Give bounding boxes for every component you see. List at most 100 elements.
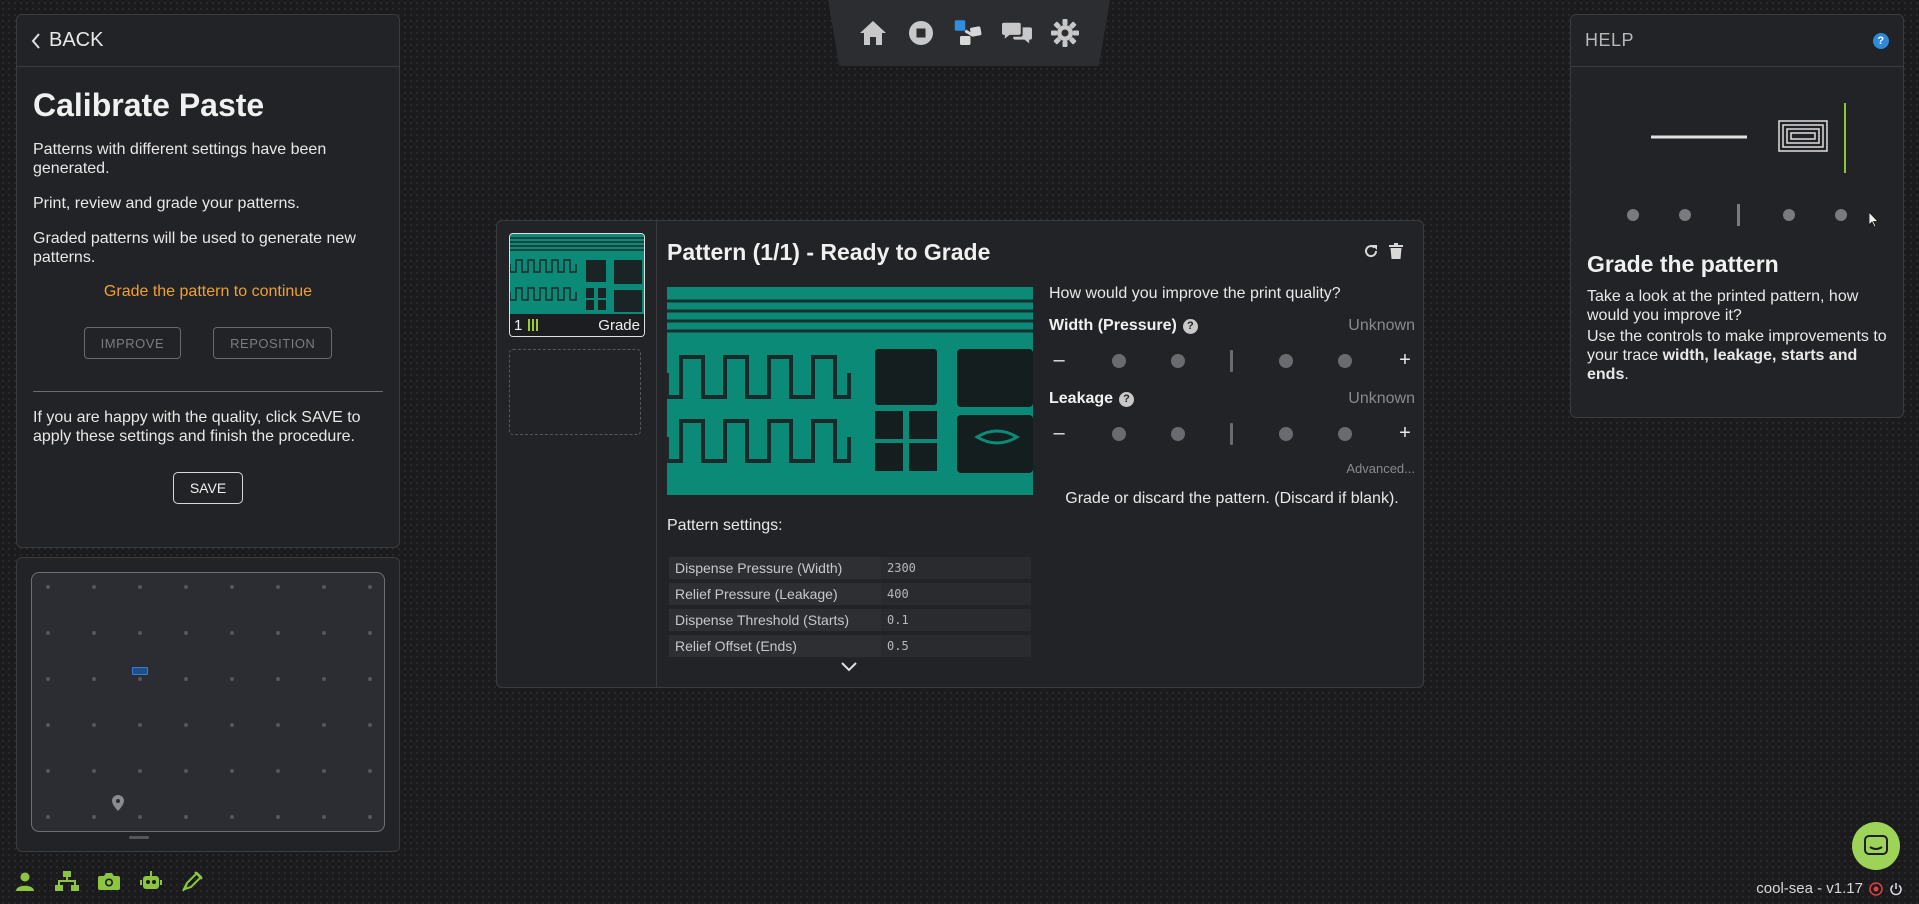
width-slider[interactable]: – + xyxy=(1049,349,1415,372)
setting-value: 400 xyxy=(881,583,1031,605)
thumbnail-index: 1 xyxy=(514,316,523,334)
slider-step[interactable] xyxy=(1171,426,1186,441)
slider-center-mark[interactable] xyxy=(1230,422,1234,445)
improve-button[interactable]: IMPROVE xyxy=(83,327,182,359)
grade-warning: Grade the pattern to continue xyxy=(103,283,313,300)
support-chat-button[interactable] xyxy=(1852,822,1900,870)
map-grid-dot xyxy=(322,585,326,589)
intro-text-1: Patterns with different settings have be… xyxy=(33,141,327,177)
top-navigation xyxy=(828,0,1110,66)
help-icon[interactable]: ? xyxy=(1119,391,1135,407)
network-icon[interactable] xyxy=(54,868,80,894)
map-grid-dot xyxy=(368,585,372,589)
slider-step[interactable] xyxy=(1112,353,1127,368)
minus-icon[interactable]: – xyxy=(1051,349,1067,372)
map-grid-dot xyxy=(46,723,50,727)
back-button[interactable]: BACK xyxy=(17,15,399,67)
page-title: Calibrate Paste xyxy=(33,87,265,123)
home-icon[interactable] xyxy=(858,18,888,48)
help-header: HELP xyxy=(1585,30,1635,50)
record-icon[interactable] xyxy=(1869,881,1883,896)
map-grid-dot xyxy=(46,631,50,635)
map-grid-dot xyxy=(276,815,280,819)
save-hint: If you are happy with the quality, click… xyxy=(33,409,361,445)
map-grid-dot xyxy=(230,769,234,773)
bed-map[interactable] xyxy=(31,572,385,832)
stop-icon[interactable] xyxy=(906,18,936,48)
chat-icon[interactable] xyxy=(1002,18,1032,48)
map-grid-dot xyxy=(46,585,50,589)
chevron-left-icon xyxy=(31,32,40,49)
version-status: cool-sea - v1.17 xyxy=(1756,880,1903,897)
settings-label: Pattern settings: xyxy=(667,517,783,534)
map-grid-dot xyxy=(368,769,372,773)
table-row: Dispense Threshold (Starts) 0.1 xyxy=(669,609,1031,631)
map-resize-handle[interactable] xyxy=(129,836,149,839)
setting-value: 2300 xyxy=(881,557,1031,579)
map-grid-dot xyxy=(322,769,326,773)
trash-icon[interactable] xyxy=(1389,243,1403,264)
setting-value: 0.1 xyxy=(881,609,1031,631)
help-icon[interactable]: ? xyxy=(1182,318,1198,334)
reposition-button[interactable]: REPOSITION xyxy=(213,327,333,359)
leakage-slider[interactable]: – + xyxy=(1049,422,1415,445)
robot-icon[interactable] xyxy=(138,868,164,894)
slider-step[interactable] xyxy=(1112,426,1127,441)
slider-step[interactable] xyxy=(1171,353,1186,368)
slider-center-mark[interactable] xyxy=(1230,349,1234,372)
chevron-down-icon[interactable] xyxy=(841,659,857,677)
slider-step[interactable] xyxy=(1337,353,1352,368)
minus-icon[interactable]: – xyxy=(1051,422,1067,445)
help-illustration xyxy=(1571,75,1903,245)
back-label: BACK xyxy=(49,29,104,51)
help-title: Grade the pattern xyxy=(1587,251,1779,277)
help-question-icon[interactable]: ? xyxy=(1873,32,1889,49)
pattern-title: Pattern (1/1) - Ready to Grade xyxy=(667,239,991,265)
save-button[interactable]: SAVE xyxy=(172,472,244,504)
grade-bars-icon xyxy=(528,319,539,331)
map-grid-dot xyxy=(368,631,372,635)
map-grid-dot xyxy=(138,631,142,635)
plus-icon[interactable]: + xyxy=(1397,349,1413,372)
thumbnail-footer: 1 Grade xyxy=(510,314,644,336)
map-grid-dot xyxy=(184,769,188,773)
map-grid-dot xyxy=(322,631,326,635)
map-grid-dot xyxy=(184,677,188,681)
refresh-icon[interactable] xyxy=(1363,243,1379,264)
slider-step[interactable] xyxy=(1337,426,1352,441)
pen-icon[interactable] xyxy=(180,868,206,894)
thumbnail-image xyxy=(510,234,644,316)
thumbnail-label: Grade xyxy=(598,316,640,334)
table-row: Dispense Pressure (Width) 2300 xyxy=(669,557,1031,579)
pattern-location-marker[interactable] xyxy=(132,667,148,675)
map-grid-dot xyxy=(230,677,234,681)
map-grid-dot xyxy=(276,723,280,727)
map-grid-dot xyxy=(184,723,188,727)
slider-step[interactable] xyxy=(1278,353,1293,368)
setting-name: Relief Pressure (Leakage) xyxy=(669,583,881,605)
grade-question: How would you improve the print quality? xyxy=(1049,285,1341,302)
map-grid-dot xyxy=(184,585,188,589)
map-grid-dot xyxy=(368,815,372,819)
slider-step[interactable] xyxy=(1278,426,1293,441)
map-grid-dot xyxy=(230,585,234,589)
user-icon[interactable] xyxy=(12,868,38,894)
grading-controls: How would you improve the print quality?… xyxy=(1049,285,1415,508)
help-text-2: Use the controls to make improvements to… xyxy=(1587,327,1893,384)
setting-name: Relief Offset (Ends) xyxy=(669,635,881,657)
map-grid-dot xyxy=(138,585,142,589)
camera-icon[interactable] xyxy=(96,868,122,894)
power-icon[interactable] xyxy=(1889,882,1903,896)
plus-icon[interactable]: + xyxy=(1397,422,1413,445)
bed-map-panel xyxy=(16,557,400,852)
advanced-link[interactable]: Advanced... xyxy=(1049,461,1415,476)
pattern-thumbnail[interactable]: 1 Grade xyxy=(509,233,645,337)
map-grid-dot xyxy=(46,677,50,681)
pattern-photo xyxy=(667,287,1033,495)
map-grid-dot xyxy=(46,769,50,773)
map-grid-dot xyxy=(92,723,96,727)
intro-text-2: Print, review and grade your patterns. xyxy=(33,195,300,212)
calibrate-icon[interactable] xyxy=(954,18,984,48)
calibrate-panel: BACK Calibrate Paste Patterns with diffe… xyxy=(16,14,400,548)
gear-icon[interactable] xyxy=(1050,18,1080,48)
